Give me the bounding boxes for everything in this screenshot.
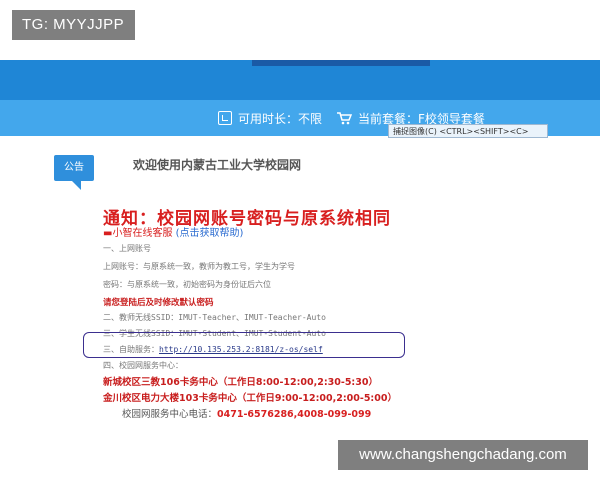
capture-tooltip: 捕捉图像(C) <CTRL><SHIFT><C> xyxy=(388,124,548,138)
line-account-heading: 一、上网账号 xyxy=(103,244,151,253)
help-link[interactable]: (点击获取帮助) xyxy=(176,228,244,239)
line-change-password: 请您登陆后及时修改默认密码 xyxy=(103,298,214,308)
badge-tail xyxy=(72,181,81,190)
bottom-watermark: www.changshengchadang.com xyxy=(338,440,588,470)
service-center-jinchuan: 金川校区电力大楼103卡务中心（工作日9:00-12:00,2:00-5:00） xyxy=(103,393,397,404)
welcome-text: 欢迎使用内蒙古工业大学校园网 xyxy=(133,158,302,172)
portal-header xyxy=(0,60,600,100)
line-teacher-ssid: 二、教师无线SSID：IMUT-Teacher、IMUT-Teacher-Aut… xyxy=(103,313,326,322)
announcement-badge: 公告 xyxy=(54,155,94,181)
duration-label: 可用时长：不限 xyxy=(238,111,323,126)
active-tab-indicator xyxy=(252,60,430,66)
top-watermark: TG: MYYJJPP xyxy=(12,10,135,40)
phone-line: 校园网服务中心电话：0471-6576286,4008-099-099 xyxy=(122,406,371,420)
line-password: 密码：与原系统一致，初始密码为身份证后六位 xyxy=(103,280,271,289)
cart-icon xyxy=(337,112,352,125)
calendar-icon xyxy=(218,111,232,125)
phone-value: 0471-6576286,4008-099-099 xyxy=(217,409,372,420)
support-line: ▬小智在线客服 (点击获取帮助) xyxy=(103,224,243,239)
highlight-box xyxy=(83,332,405,358)
support-prefix: ▬小智在线客服 xyxy=(103,228,173,239)
phone-label: 校园网服务中心电话： xyxy=(122,409,218,420)
line-account: 上网账号：与原系统一致，教师为教工号，学生为学号 xyxy=(103,262,295,271)
service-center-xincheng: 新城校区三教106卡务中心（工作日8:00-12:00,2:30-5:30） xyxy=(103,377,378,388)
duration-info: 可用时长：不限 xyxy=(218,100,322,136)
line-service-center: 四、校园网服务中心： xyxy=(103,361,183,370)
